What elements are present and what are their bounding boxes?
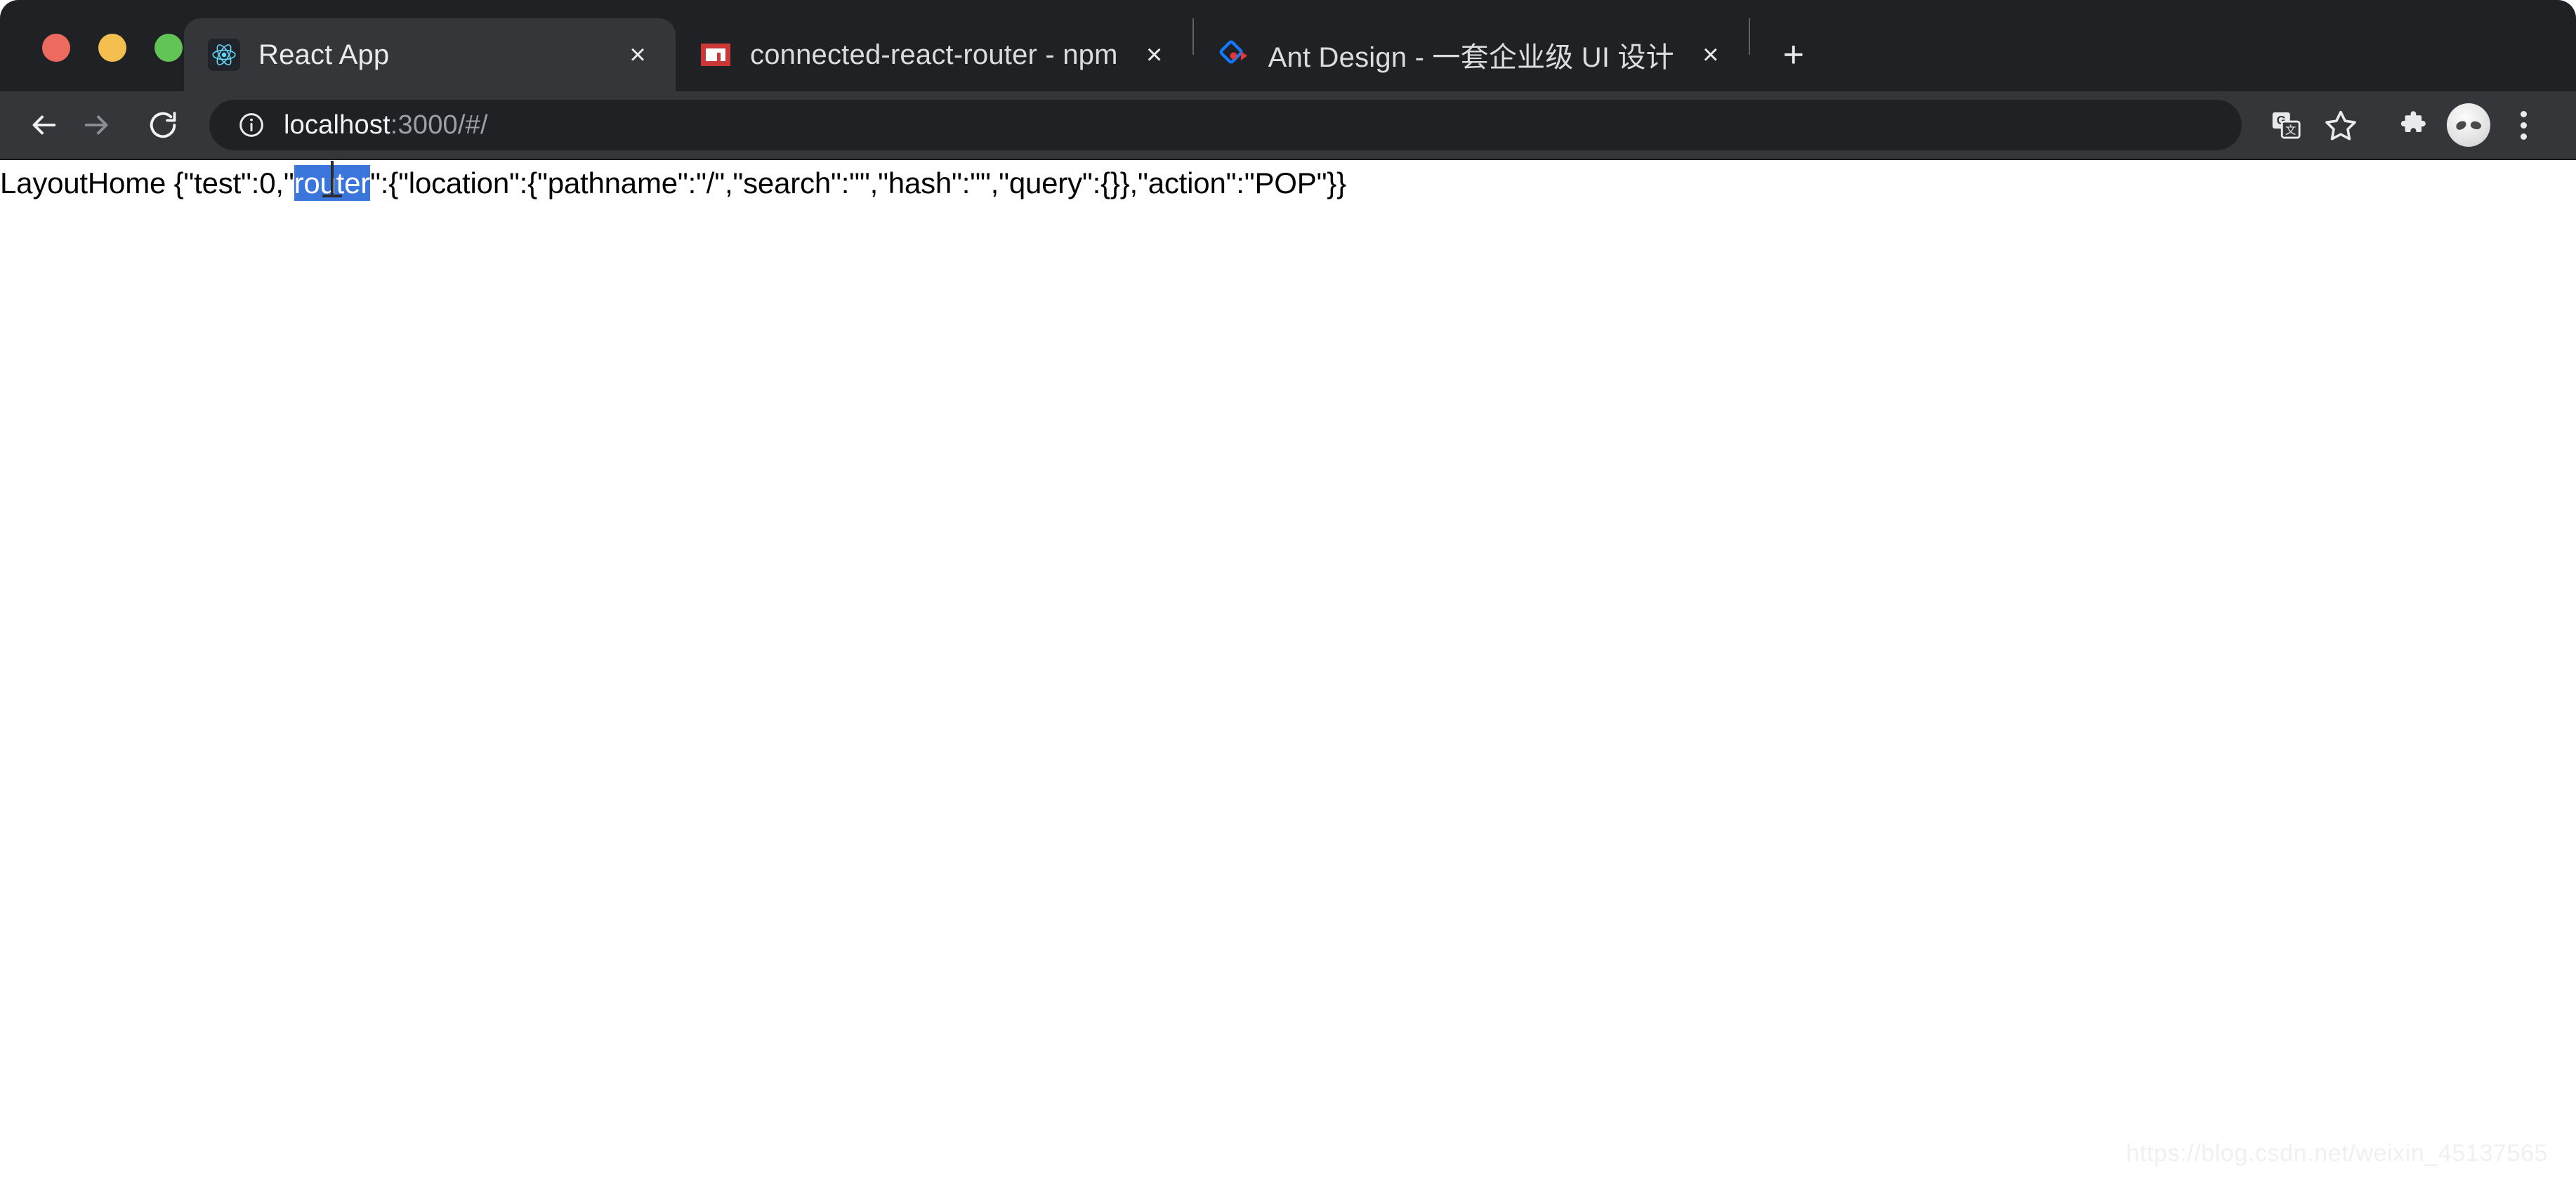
tab-title: Ant Design - 一套企业级 UI 设计	[1268, 42, 1674, 73]
react-icon	[208, 39, 240, 71]
forward-button[interactable]	[70, 98, 124, 152]
info-circle-icon[interactable]	[237, 111, 265, 139]
tab-close-button[interactable]: ×	[1693, 37, 1729, 73]
new-tab-button[interactable]: +	[1768, 29, 1819, 80]
tab-connected-react-router[interactable]: connected-react-router - npm ×	[676, 18, 1192, 91]
chrome-menu-icon[interactable]	[2496, 98, 2551, 152]
debug-text-before-selection: LayoutHome {"test":0,"	[0, 166, 294, 199]
window-minimize-button[interactable]	[98, 34, 126, 62]
tab-ant-design[interactable]: Ant Design - 一套企业级 UI 设计 ×	[1194, 18, 1749, 91]
tab-title: React App	[258, 39, 390, 70]
tab-close-button[interactable]: ×	[619, 37, 656, 73]
back-button[interactable]	[17, 98, 70, 152]
bookmark-star-icon[interactable]	[2313, 98, 2368, 152]
address-bar-url[interactable]: localhost:3000/#/	[284, 110, 488, 140]
selected-text[interactable]: router	[294, 161, 370, 201]
three-dot-glyph	[2520, 110, 2527, 140]
extensions-puzzle-icon[interactable]	[2386, 98, 2441, 152]
ant-design-icon	[1218, 39, 1250, 71]
tab-close-button[interactable]: ×	[1136, 37, 1173, 73]
layout-home-debug-text[interactable]: LayoutHome {"test":0,"router":{"location…	[0, 161, 2576, 201]
tab-react-app[interactable]: React App ×	[184, 18, 676, 91]
debug-text-after-selection: ":{"location":{"pathname":"/","search":"…	[370, 166, 1346, 199]
text-cursor-icon	[322, 161, 342, 197]
svg-text:文: 文	[2285, 124, 2296, 136]
tab-list: React App × connected-react-router - npm…	[184, 0, 1819, 91]
tab-title: connected-react-router - npm	[750, 39, 1118, 70]
tab-strip: React App × connected-react-router - npm…	[0, 0, 2576, 91]
profile-avatar-image	[2447, 103, 2490, 147]
window-close-button[interactable]	[42, 34, 70, 62]
browser-window: React App × connected-react-router - npm…	[0, 0, 2576, 1187]
url-host: localhost	[284, 110, 390, 140]
watermark: https://blog.csdn.net/weixin_45137565	[2126, 1140, 2548, 1167]
url-path: :3000/#/	[390, 110, 488, 140]
window-zoom-button[interactable]	[155, 34, 183, 62]
translate-icon[interactable]: G 文	[2259, 98, 2313, 152]
toolbar-actions: G 文	[2259, 98, 2551, 152]
reload-button[interactable]	[136, 98, 190, 152]
tab-separator	[1748, 18, 1750, 55]
page-content: LayoutHome {"test":0,"router":{"location…	[0, 161, 2576, 1187]
npm-icon	[699, 39, 732, 71]
avatar[interactable]	[2441, 98, 2496, 152]
window-controls	[42, 34, 183, 62]
browser-toolbar: localhost:3000/#/ G 文	[0, 91, 2576, 160]
address-bar[interactable]: localhost:3000/#/	[209, 100, 2242, 150]
